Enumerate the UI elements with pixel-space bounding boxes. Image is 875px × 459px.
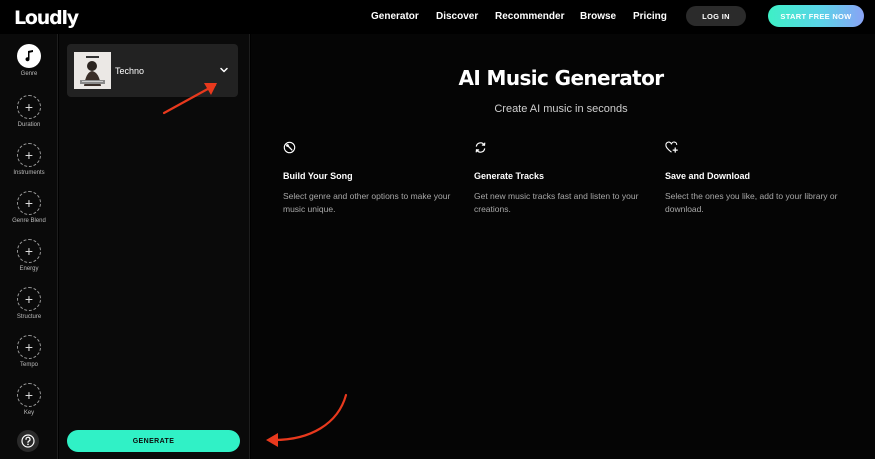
- feature-description: Select the ones you like, add to your li…: [665, 191, 838, 214]
- rail-label: Instruments: [13, 170, 45, 176]
- rail-label: Structure: [16, 314, 42, 320]
- music-note-icon: [17, 44, 41, 68]
- rail-label: Duration: [17, 122, 41, 128]
- genre-panel: Techno GENERATE: [59, 34, 250, 459]
- plus-icon: +: [17, 383, 41, 407]
- rail-item-genre[interactable]: Genre: [0, 44, 58, 77]
- plus-icon: +: [17, 239, 41, 263]
- feature-build-song: Build Your Song Select genre and other o…: [283, 141, 463, 216]
- feature-generate-tracks: Generate Tracks Get new music tracks fas…: [474, 141, 654, 216]
- feature-title: Generate Tracks: [474, 171, 545, 181]
- start-free-button[interactable]: START FREE NOW: [768, 5, 864, 27]
- loudly-logo[interactable]: Loudly: [14, 7, 79, 29]
- techno-album-art: [74, 52, 111, 89]
- rail-item-energy[interactable]: + Energy: [0, 239, 58, 272]
- feature-title: Save and Download: [665, 171, 751, 181]
- rail-label: Genre: [20, 71, 38, 77]
- rail-item-structure[interactable]: + Structure: [0, 287, 58, 320]
- nav-generator[interactable]: Generator: [371, 11, 419, 22]
- generate-button[interactable]: GENERATE: [67, 430, 240, 452]
- question-icon: [21, 434, 35, 448]
- wrench-icon: [283, 141, 296, 154]
- genre-selector[interactable]: Techno: [67, 44, 238, 97]
- rail-label: Energy: [19, 266, 39, 272]
- options-rail: Genre + Duration + Instruments + Genre B…: [0, 34, 58, 459]
- nav-recommender[interactable]: Recommender: [495, 11, 564, 22]
- rail-label: Key: [23, 410, 35, 416]
- chevron-down-icon[interactable]: [218, 64, 230, 76]
- rail-label: Tempo: [19, 362, 38, 368]
- plus-icon: +: [17, 287, 41, 311]
- nav-discover[interactable]: Discover: [436, 11, 478, 22]
- feature-save-download: Save and Download Select the ones you li…: [665, 141, 845, 216]
- feature-title: Build Your Song: [283, 171, 353, 181]
- plus-icon: +: [17, 335, 41, 359]
- selected-genre-label: Techno: [115, 66, 145, 76]
- plus-icon: +: [17, 191, 41, 215]
- rail-item-duration[interactable]: + Duration: [0, 95, 58, 128]
- page-title: AI Music Generator: [458, 66, 664, 90]
- heart-plus-icon: [665, 141, 678, 153]
- top-header: Loudly Generator Discover Recommender Br…: [0, 0, 875, 34]
- login-button[interactable]: LOG IN: [686, 6, 746, 26]
- main-content: AI Music Generator Create AI music in se…: [251, 34, 875, 459]
- rail-item-tempo[interactable]: + Tempo: [0, 335, 58, 368]
- nav-pricing[interactable]: Pricing: [633, 11, 667, 22]
- rail-label: Genre Blend: [12, 218, 46, 224]
- rail-item-key[interactable]: + Key: [0, 383, 58, 416]
- rail-item-genre-blend[interactable]: + Genre Blend: [0, 191, 58, 224]
- plus-icon: +: [17, 143, 41, 167]
- rail-item-instruments[interactable]: + Instruments: [0, 143, 58, 176]
- plus-icon: +: [17, 95, 41, 119]
- feature-description: Get new music tracks fast and listen to …: [474, 191, 639, 214]
- feature-description: Select genre and other options to make y…: [283, 191, 451, 214]
- help-button[interactable]: [17, 430, 39, 452]
- refresh-icon: [475, 142, 486, 153]
- page-subtitle: Create AI music in seconds: [494, 103, 628, 115]
- nav-browse[interactable]: Browse: [580, 11, 616, 22]
